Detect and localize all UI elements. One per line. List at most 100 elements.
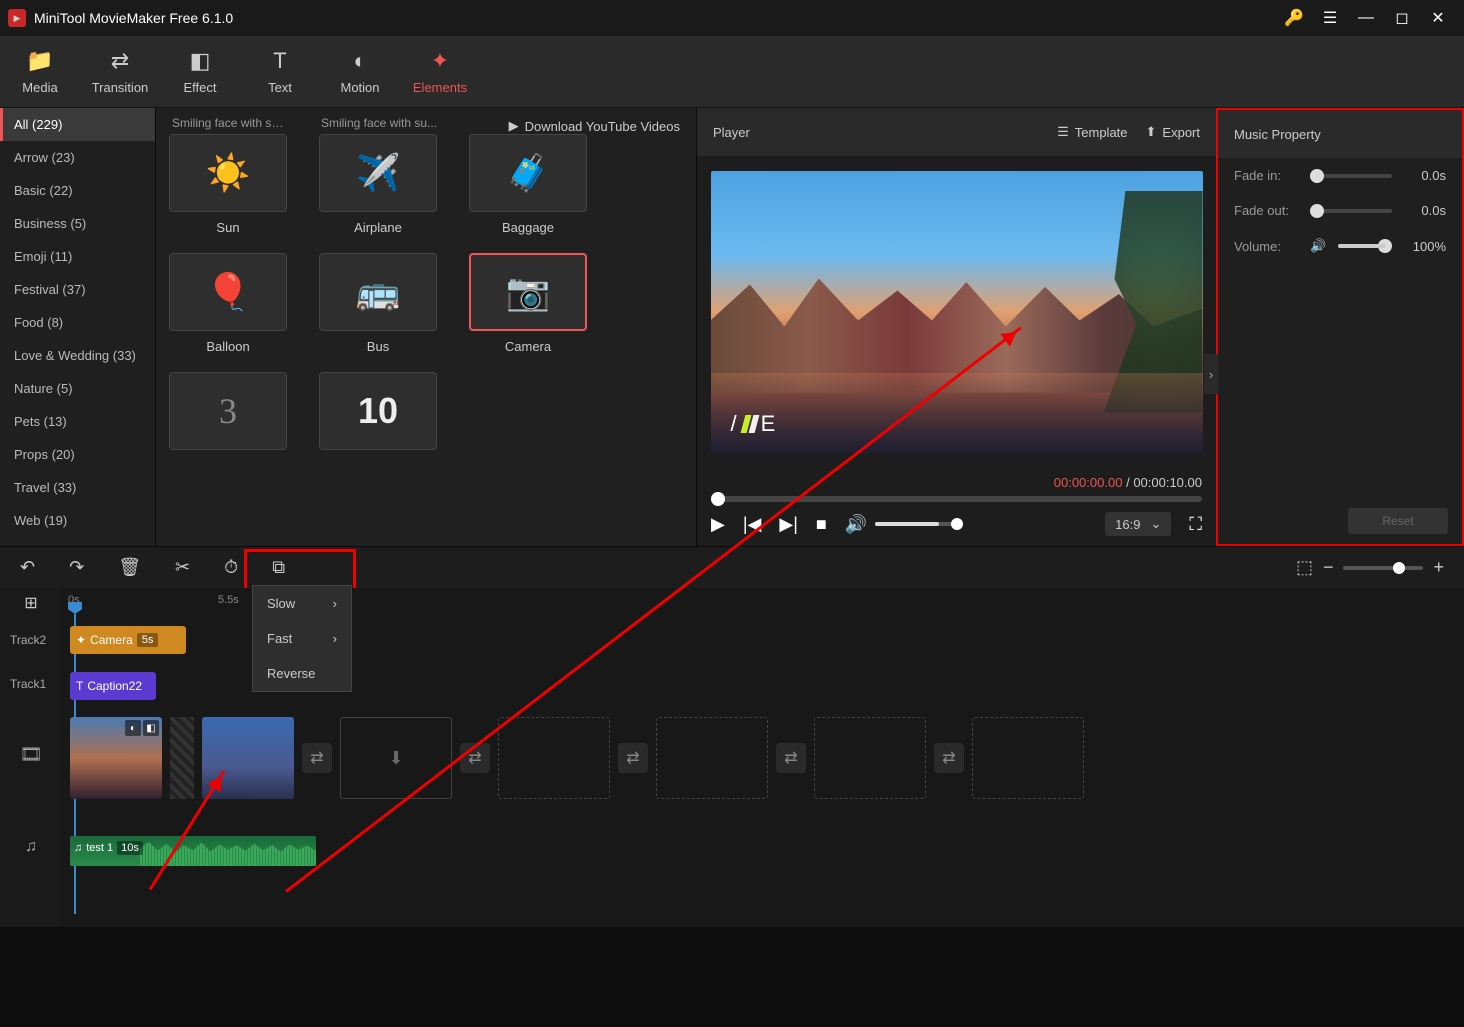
properties-panel: › Music Property Fade in: 0.0s Fade out:… xyxy=(1216,108,1464,546)
clip-camera[interactable]: ✦ Camera 5s xyxy=(70,626,186,654)
tab-text[interactable]: T Text xyxy=(240,36,320,107)
menu-slow[interactable]: Slow› xyxy=(253,586,351,621)
element-camera[interactable]: 📷Camera xyxy=(468,253,588,354)
category-props[interactable]: Props (20) xyxy=(0,438,155,471)
video-slot-empty[interactable] xyxy=(972,717,1084,799)
transition-placeholder[interactable]: ⇄ xyxy=(934,743,964,773)
minimize-icon[interactable]: — xyxy=(1348,0,1384,36)
tab-media[interactable]: 📁 Media xyxy=(0,36,80,107)
maximize-icon[interactable]: ◻ xyxy=(1384,0,1420,36)
main-area: All (229) Arrow (23) Basic (22) Business… xyxy=(0,108,1464,546)
transition-placeholder[interactable]: ⇄ xyxy=(460,743,490,773)
tab-elements[interactable]: ✦ Elements xyxy=(400,36,480,107)
menu-fast[interactable]: Fast› xyxy=(253,621,351,656)
transition-placeholder[interactable]: ⇄ xyxy=(302,743,332,773)
redo-icon[interactable]: ↷ xyxy=(69,557,84,578)
track1-label: Track1 xyxy=(0,662,62,706)
video-slot-download[interactable]: ⬇ xyxy=(340,717,452,799)
video-slot-empty[interactable] xyxy=(498,717,610,799)
zoom-in-icon[interactable]: + xyxy=(1433,557,1444,578)
category-pets[interactable]: Pets (13) xyxy=(0,405,155,438)
element-balloon[interactable]: 🎈Balloon xyxy=(168,253,288,354)
seek-bar[interactable] xyxy=(711,496,1202,502)
category-basic[interactable]: Basic (22) xyxy=(0,174,155,207)
element-label-truncated: Smiling face with sm... xyxy=(172,116,290,130)
fade-in-slider[interactable] xyxy=(1310,174,1392,178)
volume-icon[interactable]: 🔊 xyxy=(845,514,867,535)
stop-icon[interactable]: ■ xyxy=(816,514,827,535)
player-title: Player xyxy=(713,125,1039,140)
player-volume-slider[interactable] xyxy=(875,522,955,526)
chevron-right-icon: › xyxy=(333,631,337,646)
video-frame[interactable]: / E xyxy=(711,171,1203,453)
tab-effect[interactable]: ◧ Effect xyxy=(160,36,240,107)
next-icon[interactable]: ▶| xyxy=(779,514,798,535)
export-button[interactable]: ⬆Export xyxy=(1146,124,1200,140)
prev-icon[interactable]: |◀ xyxy=(743,514,762,535)
playhead[interactable] xyxy=(68,602,82,614)
video-track-icon: 🎞 xyxy=(0,706,62,802)
template-button[interactable]: ☰Template xyxy=(1057,124,1127,140)
speed-icon[interactable]: ⏱ xyxy=(224,557,238,578)
fit-icon[interactable]: ⬚ xyxy=(1296,557,1313,578)
total-time: 00:00:10.00 xyxy=(1133,475,1202,490)
menu-icon[interactable]: ☰ xyxy=(1312,0,1348,36)
fade-out-label: Fade out: xyxy=(1234,203,1298,218)
video-slot-empty[interactable] xyxy=(656,717,768,799)
tab-motion[interactable]: ◐ Motion xyxy=(320,36,400,107)
element-bus[interactable]: 🚌Bus xyxy=(318,253,438,354)
category-web[interactable]: Web (19) xyxy=(0,504,155,537)
undo-icon[interactable]: ↶ xyxy=(20,557,35,578)
tab-transition[interactable]: ⇄ Transition xyxy=(80,36,160,107)
close-icon[interactable]: ✕ xyxy=(1420,0,1456,36)
aspect-ratio-select[interactable]: 16:9 ⌄ xyxy=(1105,512,1171,536)
video-clip-2[interactable] xyxy=(202,717,294,799)
add-track-icon[interactable]: ⊞ xyxy=(0,588,62,618)
zoom-slider[interactable] xyxy=(1343,566,1423,570)
transition-placeholder[interactable]: ⇄ xyxy=(618,743,648,773)
category-food[interactable]: Food (8) xyxy=(0,306,155,339)
video-track[interactable]: ◐◧ ⇄ ⬇ ⇄ ⇄ ⇄ ⇄ xyxy=(62,710,1464,806)
category-emoji[interactable]: Emoji (11) xyxy=(0,240,155,273)
category-nature[interactable]: Nature (5) xyxy=(0,372,155,405)
category-all[interactable]: All (229) xyxy=(0,108,155,141)
volume-slider[interactable] xyxy=(1338,244,1392,248)
text-icon: T xyxy=(273,48,286,74)
crop-icon[interactable]: ⧉ xyxy=(272,557,285,578)
current-time: 00:00:00.00 xyxy=(1054,475,1123,490)
category-travel[interactable]: Travel (33) xyxy=(0,471,155,504)
zoom-out-icon[interactable]: − xyxy=(1323,557,1334,578)
category-business[interactable]: Business (5) xyxy=(0,207,155,240)
transition-gap[interactable] xyxy=(170,717,194,799)
license-key-icon[interactable]: 🔑 xyxy=(1276,0,1312,36)
split-icon[interactable]: ✂ xyxy=(175,557,190,578)
download-youtube-link[interactable]: ▶ Download YouTube Videos xyxy=(509,118,680,134)
clip-caption[interactable]: T Caption22 xyxy=(70,672,156,700)
audio-clip[interactable]: ♫ test 1 10s xyxy=(70,836,316,866)
delete-icon[interactable]: 🗑 xyxy=(118,557,141,578)
category-festival[interactable]: Festival (37) xyxy=(0,273,155,306)
category-love-wedding[interactable]: Love & Wedding (33) xyxy=(0,339,155,372)
element-countdown-10[interactable]: 10 xyxy=(318,372,438,458)
category-arrow[interactable]: Arrow (23) xyxy=(0,141,155,174)
element-airplane[interactable]: ✈️Airplane xyxy=(318,134,438,235)
element-baggage[interactable]: 🧳Baggage xyxy=(468,134,588,235)
transition-placeholder[interactable]: ⇄ xyxy=(776,743,806,773)
fade-in-value: 0.0s xyxy=(1404,168,1446,183)
speaker-icon[interactable]: 🔊 xyxy=(1310,238,1326,254)
reset-button[interactable]: Reset xyxy=(1348,508,1448,534)
chevron-right-icon: › xyxy=(333,596,337,611)
video-clip-1[interactable]: ◐◧ xyxy=(70,717,162,799)
menu-reverse[interactable]: Reverse xyxy=(253,656,351,691)
layers-icon: ☰ xyxy=(1057,124,1069,140)
video-slot-empty[interactable] xyxy=(814,717,926,799)
collapse-properties-icon[interactable]: › xyxy=(1204,354,1218,394)
element-sun[interactable]: ☀️Sun xyxy=(168,134,288,235)
play-icon[interactable]: ▶ xyxy=(711,514,725,535)
fullscreen-icon[interactable]: ⛶ xyxy=(1189,514,1202,535)
youtube-icon: ▶ xyxy=(509,118,519,134)
audio-track[interactable]: ♫ test 1 10s xyxy=(62,826,1464,876)
element-countdown-3[interactable]: 3 xyxy=(168,372,288,458)
fade-out-slider[interactable] xyxy=(1310,209,1392,213)
top-tabs: 📁 Media ⇄ Transition ◧ Effect T Text ◐ M… xyxy=(0,36,1464,108)
